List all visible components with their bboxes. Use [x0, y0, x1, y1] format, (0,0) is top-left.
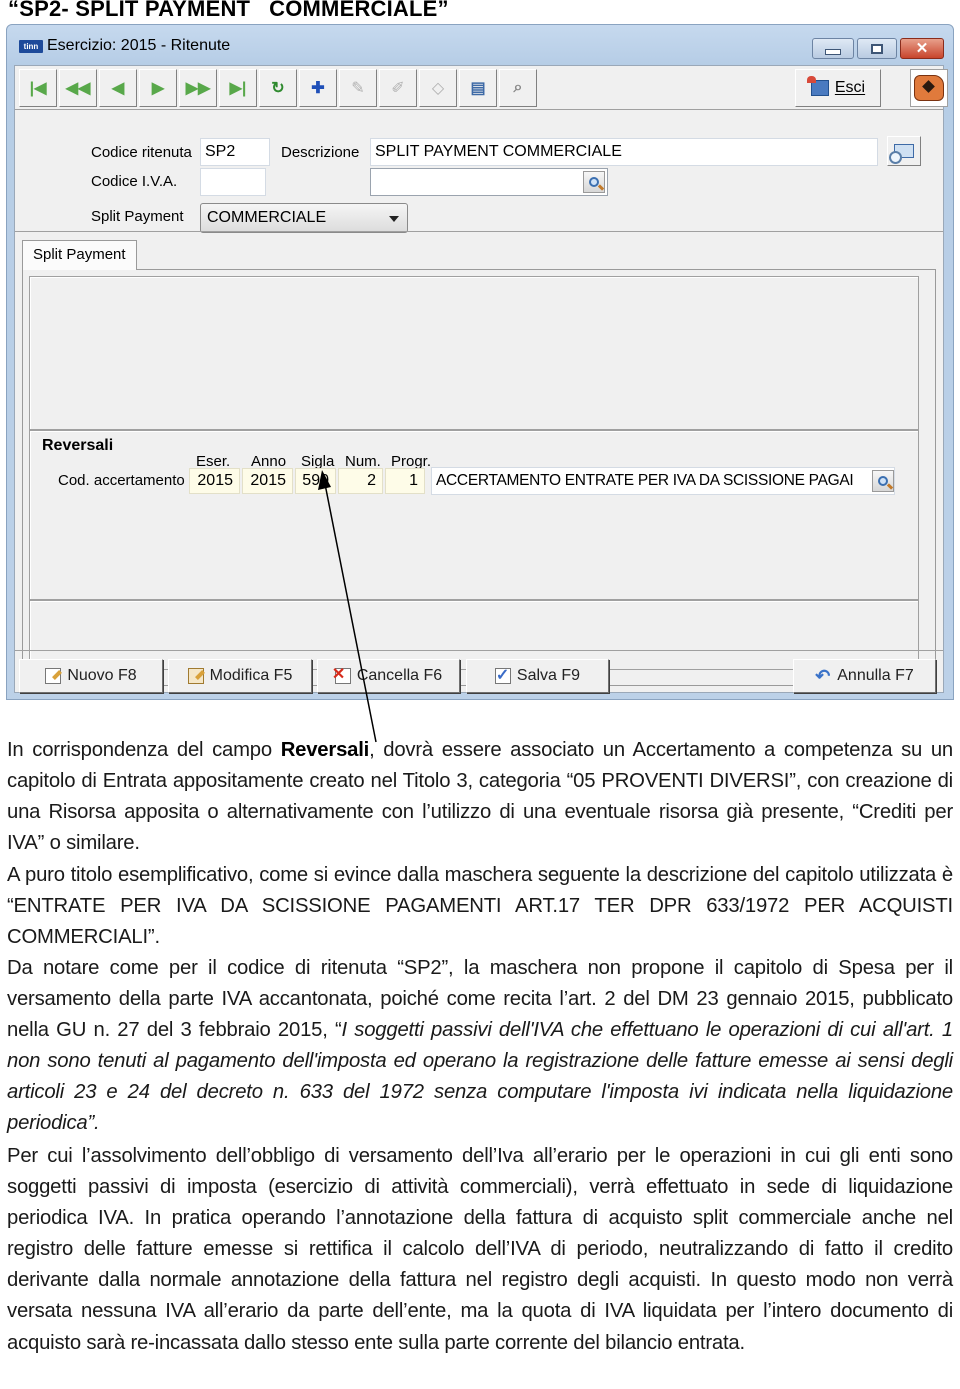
- modifica-button[interactable]: Modifica F5: [168, 659, 312, 693]
- first-icon: |◀: [29, 80, 47, 97]
- progr-field[interactable]: 1: [385, 468, 425, 494]
- arrow-left-icon: ◀: [111, 80, 125, 97]
- find-record-icon: [889, 144, 914, 164]
- app-logo-icon: tinn: [19, 40, 43, 53]
- paragraph-example: A puro titolo esemplificativo, come si e…: [7, 864, 953, 949]
- client-area: |◀ ◀◀ ◀ ▶ ▶▶ ▶| ↻ ✚ ✎ ✐ ◇ ▤ ⌕ Esci Codic…: [14, 65, 948, 694]
- new-document-icon: [45, 668, 62, 684]
- window-title: Esercizio: 2015 - Ritenute: [47, 37, 231, 54]
- header-divider: [15, 231, 943, 232]
- find-record-button[interactable]: [887, 136, 921, 166]
- annulla-label: Annulla F7: [837, 667, 914, 684]
- save-document-icon: [494, 665, 511, 685]
- descrizione-label: Descrizione: [281, 144, 360, 161]
- paragraph-sp2-note: Da notare come per il codice di ritenuta…: [7, 957, 953, 1135]
- chevron-down-icon: [389, 216, 399, 222]
- annulla-button[interactable]: ↶ Annulla F7: [793, 659, 936, 693]
- descrizione-field[interactable]: SPLIT PAYMENT COMMERCIALE: [370, 138, 878, 166]
- fast-forward-icon: ▶▶: [185, 80, 211, 97]
- refresh-icon: ↻: [271, 80, 285, 97]
- toolbar: |◀ ◀◀ ◀ ▶ ▶▶ ▶| ↻ ✚ ✎ ✐ ◇ ▤ ⌕ Esci: [15, 66, 948, 110]
- search-list-icon: ▤: [470, 80, 486, 97]
- tab-split-payment[interactable]: Split Payment: [22, 240, 137, 270]
- remove-record-toolbar-button[interactable]: ✐: [379, 69, 417, 107]
- filter-search-button[interactable]: ⌕: [499, 69, 537, 107]
- anno-field[interactable]: 2015: [242, 468, 293, 494]
- previous-record-button[interactable]: ◀: [99, 69, 137, 107]
- previous-page-button[interactable]: ◀◀: [59, 69, 97, 107]
- codice-ritenuta-field[interactable]: SP2: [200, 138, 270, 166]
- cod-accertamento-label: Cod. accertamento: [58, 472, 185, 489]
- nuovo-label: Nuovo F8: [67, 667, 137, 684]
- codice-iva-description-field[interactable]: [370, 168, 608, 196]
- clear-toolbar-button[interactable]: ◇: [419, 69, 457, 107]
- maximize-button[interactable]: [857, 38, 897, 59]
- accertamento-description-field[interactable]: ACCERTAMENTO ENTRATE PER IVA DA SCISSION…: [431, 467, 895, 495]
- minimize-icon: [825, 48, 841, 55]
- undo-icon: ↶: [815, 666, 831, 686]
- paragraph-liquidation: Per cui l’assolvimento dell’obbligo di v…: [7, 1145, 953, 1354]
- minimize-button[interactable]: [812, 38, 854, 59]
- codice-iva-search-button[interactable]: [583, 171, 605, 193]
- split-payment-panel: Reversali Eser. Anno Sigla Num. Progr. C…: [22, 269, 936, 686]
- action-bar: Nuovo F8 Modifica F5 Cancella F6 Salva F…: [15, 650, 943, 694]
- reversali-emphasis: Reversali: [280, 739, 370, 761]
- edit-record-toolbar-button[interactable]: ✎: [339, 69, 377, 107]
- delete-document-icon: [332, 664, 351, 684]
- codice-iva-field[interactable]: [200, 168, 266, 196]
- eser-field[interactable]: 2015: [189, 468, 240, 494]
- reversali-title: Reversali: [42, 437, 114, 454]
- sigla-field[interactable]: 590: [295, 468, 336, 494]
- exit-label: Esci: [834, 79, 866, 96]
- paragraph-reversali: In corrispondenza del campo Reversali, d…: [7, 739, 953, 855]
- arrow-right-icon: ▶: [151, 80, 165, 97]
- exit-button[interactable]: Esci: [795, 69, 881, 107]
- edit-document-icon: [187, 668, 204, 684]
- num-field[interactable]: 2: [338, 468, 383, 494]
- document-heading: “SP2- SPLIT PAYMENT COMMERCIALE”: [8, 0, 449, 21]
- magnifier-icon: [878, 476, 888, 486]
- accertamento-search-button[interactable]: [872, 470, 894, 492]
- eraser-icon: ◇: [431, 80, 445, 97]
- next-page-button[interactable]: ▶▶: [179, 69, 217, 107]
- help-button[interactable]: [910, 69, 948, 107]
- title-bar[interactable]: tinn Esercizio: 2015 - Ritenute ✕: [7, 25, 953, 65]
- maximize-icon: [871, 43, 883, 54]
- codice-iva-label: Codice I.V.A.: [91, 173, 178, 190]
- new-record-icon: ✚: [311, 80, 325, 97]
- codice-ritenuta-label: Codice ritenuta: [91, 144, 192, 161]
- nuovo-button[interactable]: Nuovo F8: [19, 659, 163, 693]
- exit-icon: [806, 76, 829, 96]
- filter-search-icon: ⌕: [513, 79, 523, 96]
- first-record-button[interactable]: |◀: [19, 69, 57, 107]
- ritenute-window: tinn Esercizio: 2015 - Ritenute ✕ |◀ ◀◀ …: [6, 24, 954, 700]
- split-payment-label: Split Payment: [91, 208, 184, 225]
- modifica-label: Modifica F5: [209, 667, 293, 684]
- remove-record-icon: ✐: [391, 80, 405, 97]
- salva-label: Salva F9: [516, 667, 581, 684]
- new-record-toolbar-button[interactable]: ✚: [299, 69, 337, 107]
- magnifier-icon: [589, 177, 599, 187]
- salva-button[interactable]: Salva F9: [466, 659, 609, 693]
- next-record-button[interactable]: ▶: [139, 69, 177, 107]
- close-icon: ✕: [915, 40, 929, 57]
- edit-record-icon: ✎: [351, 80, 365, 97]
- last-record-button[interactable]: ▶|: [219, 69, 257, 107]
- cancella-button[interactable]: Cancella F6: [317, 659, 460, 693]
- refresh-button[interactable]: ↻: [259, 69, 297, 107]
- split-payment-select[interactable]: COMMERCIALE: [200, 203, 408, 233]
- reversali-group: Reversali Eser. Anno Sigla Num. Progr. C…: [29, 430, 919, 600]
- rewind-icon: ◀◀: [65, 80, 91, 97]
- search-list-button[interactable]: ▤: [459, 69, 497, 107]
- split-payment-selected-value: COMMERCIALE: [207, 209, 327, 226]
- cancella-label: Cancella F6: [356, 667, 443, 684]
- close-button[interactable]: ✕: [900, 38, 944, 59]
- last-icon: ▶|: [229, 80, 247, 97]
- help-icon: [914, 75, 944, 101]
- empty-group-top: [29, 276, 919, 430]
